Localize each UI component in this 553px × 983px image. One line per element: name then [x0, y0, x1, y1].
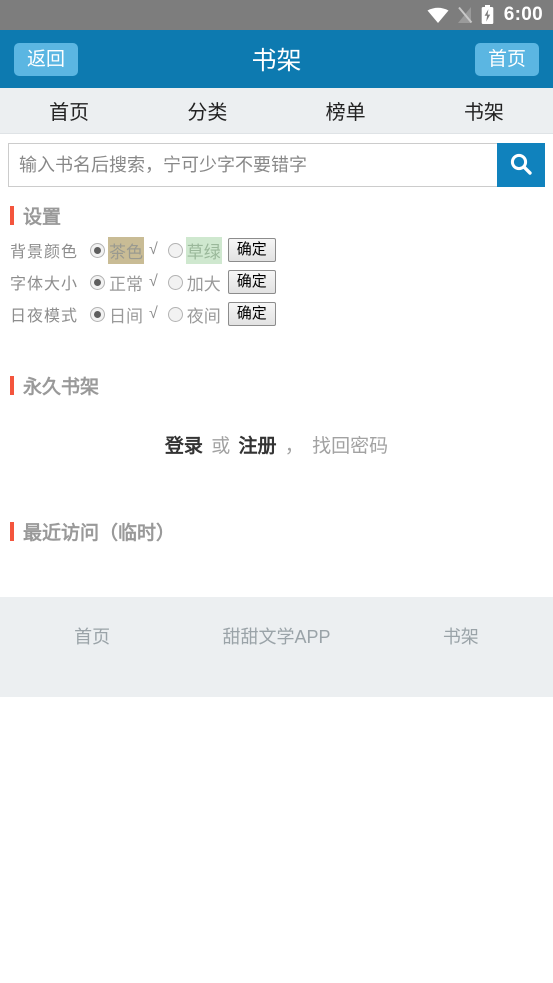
battery-charging-icon: [481, 5, 494, 25]
selected-check-icon: √: [149, 241, 158, 258]
permanent-shelf-section-header: 永久书架: [0, 372, 553, 399]
search-input[interactable]: [8, 143, 497, 187]
recent-title: 最近访问（临时）: [23, 523, 176, 544]
settings-title: 设置: [23, 207, 62, 228]
status-time: 6:00: [503, 4, 543, 25]
no-signal-icon: [457, 6, 473, 24]
radio-font-normal[interactable]: [90, 274, 105, 290]
home-button[interactable]: 首页: [474, 42, 539, 76]
radio-font-large[interactable]: [167, 274, 183, 290]
confirm-day-night-button[interactable]: 确定: [227, 301, 276, 327]
radio-background-brown[interactable]: [90, 242, 105, 258]
setting-row-day-night: 日夜模式 日间 √ 夜间 确定: [10, 299, 553, 329]
radio-mode-night[interactable]: [167, 306, 183, 322]
footer: 首页 甜甜文学APP 书架: [0, 597, 553, 697]
option-label-night[interactable]: 夜间: [186, 301, 222, 328]
setting-row-font-size: 字体大小 正常 √ 加大 确定: [10, 267, 553, 297]
setting-label: 字体大小: [10, 276, 79, 293]
section-accent-bar: [10, 376, 14, 395]
nav-tabs: 首页 分类 榜单 书架: [0, 88, 553, 134]
section-accent-bar: [10, 206, 14, 225]
option-label-normal[interactable]: 正常: [108, 269, 144, 296]
nav-tab-home[interactable]: 首页: [0, 96, 138, 125]
nav-tab-category[interactable]: 分类: [138, 96, 276, 125]
option-label-day[interactable]: 日间: [108, 301, 144, 328]
search-button[interactable]: [497, 143, 545, 187]
account-actions: 登录 或 注册 ， 找回密码: [0, 431, 553, 458]
footer-link-shelf[interactable]: 书架: [369, 623, 553, 649]
footer-link-home[interactable]: 首页: [0, 623, 184, 649]
radio-mode-day[interactable]: [90, 306, 105, 322]
option-label-brown[interactable]: 茶色: [108, 236, 144, 264]
confirm-background-button[interactable]: 确定: [227, 237, 276, 263]
login-link[interactable]: 登录: [165, 436, 203, 457]
status-bar: 6:00: [0, 0, 553, 30]
selected-check-icon: √: [149, 273, 158, 290]
permanent-shelf-title: 永久书架: [23, 377, 100, 398]
account-comma: ，: [284, 436, 304, 457]
register-link[interactable]: 注册: [238, 436, 276, 457]
recent-section-header: 最近访问（临时）: [0, 518, 553, 545]
option-label-green[interactable]: 草绿: [185, 236, 222, 264]
wifi-icon: [427, 7, 449, 24]
forgot-password-link[interactable]: 找回密码: [312, 436, 388, 457]
nav-tab-ranking[interactable]: 榜单: [277, 96, 415, 125]
section-accent-bar: [10, 522, 14, 541]
confirm-font-size-button[interactable]: 确定: [227, 269, 276, 295]
nav-tab-shelf[interactable]: 书架: [415, 96, 553, 125]
account-separator: 或: [211, 436, 231, 457]
page-title: 书架: [251, 47, 302, 75]
app-header: 返回 书架 首页: [0, 30, 553, 88]
footer-link-app[interactable]: 甜甜文学APP: [184, 623, 368, 649]
selected-check-icon: √: [149, 305, 158, 322]
setting-label: 日夜模式: [10, 308, 79, 325]
option-label-large[interactable]: 加大: [186, 269, 222, 296]
back-button[interactable]: 返回: [14, 42, 79, 76]
search-icon: [508, 151, 534, 180]
search-bar: [8, 143, 545, 187]
setting-label: 背景颜色: [10, 244, 79, 261]
radio-background-green[interactable]: [167, 242, 183, 258]
settings-section-header: 设置: [0, 202, 553, 229]
setting-row-background-color: 背景颜色 茶色 √ 草绿 确定: [10, 235, 553, 265]
settings-list: 背景颜色 茶色 √ 草绿 确定 字体大小 正常 √ 加大 确定 日夜模式 日间 …: [0, 235, 553, 329]
